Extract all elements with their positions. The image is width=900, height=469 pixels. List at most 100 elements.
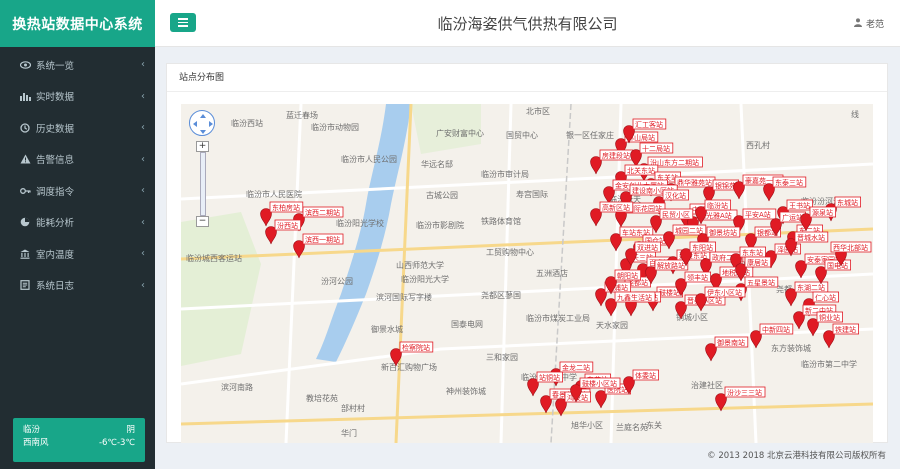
station-label: 铜业站: [819, 313, 840, 322]
map-zoom-control: + −: [189, 110, 219, 227]
map-place-label: 新百汇购物广场: [381, 362, 437, 372]
station-label: 东城站: [837, 198, 858, 207]
station-map[interactable]: 蓝迁春场 临汾西站 临汾市动物园 广安财富中心 国贸中心 银一区任家庄 北市区 临汾市人民公园…: [181, 104, 873, 443]
map-place-label: 国泰电网: [451, 319, 483, 329]
map-place-label: 御景水城: [371, 324, 403, 334]
map-place-label: 国贸中心: [506, 130, 538, 140]
map-place-label: 华门: [341, 428, 357, 438]
sidebar-item-label: 实时数据: [36, 92, 75, 104]
station-label: 高新区站: [602, 203, 630, 212]
sidebar-menu: 系统一览 ‹ 实时数据 ‹ 历史数据 ‹ 告警信息 ‹ 调度指令 ‹ 能耗分析 …: [0, 49, 155, 301]
station-label: 御景坊站: [709, 228, 737, 237]
station-label: 西华北部站: [833, 243, 868, 252]
station-label: 御景南站: [717, 338, 745, 347]
station-label: 鼓楼站: [659, 288, 680, 297]
weather-wind: 西南风: [23, 438, 49, 448]
station-label: 源泉站: [812, 208, 833, 217]
station-label: 铁建站: [835, 325, 856, 334]
station-label: 滨西一期站: [305, 235, 340, 244]
sidebar-item-label: 历史数据: [36, 123, 75, 135]
user-icon: [853, 17, 862, 30]
zoom-out-button[interactable]: −: [196, 216, 209, 227]
station-label: 鼓楼小区站: [582, 379, 617, 388]
station-label: 王书站: [789, 201, 810, 210]
map-place-label: 临汾市审计局: [481, 169, 529, 179]
sidebar-item-label: 系统日志: [36, 281, 75, 293]
station-label: 平安A站: [745, 210, 771, 219]
map-place-label: 临汾市影剧院: [416, 220, 464, 230]
top-header: 临汾海姿供气供热有限公司 老范: [155, 0, 900, 47]
sidebar-item-overview[interactable]: 系统一览 ‹: [0, 49, 155, 81]
sidebar-item-alarms[interactable]: 告警信息 ‹: [0, 144, 155, 176]
sidebar-item-energy[interactable]: 能耗分析 ‹: [0, 207, 155, 239]
map-background: [181, 104, 873, 443]
chevron-left-icon: ‹: [141, 279, 145, 291]
map-place-label: 古城公园: [426, 190, 458, 200]
station-label: 东阳站: [692, 243, 713, 252]
map-place-label: 西孔村: [746, 140, 770, 150]
station-label: 银锦苑: [715, 181, 736, 190]
footer-copyright: © 2013 2018 北京云港科技有限公司版权所有: [707, 451, 886, 461]
map-place-label: 治建社区: [691, 380, 723, 390]
sidebar: 换热站数据中心系统 系统一览 ‹ 实时数据 ‹ 历史数据 ‹ 告警信息 ‹ 调度…: [0, 0, 155, 469]
weather-temp: -6℃-3℃: [98, 438, 135, 448]
zoom-in-button[interactable]: +: [196, 141, 209, 152]
map-pan-control[interactable]: [189, 110, 215, 136]
station-label: 金龙二站: [562, 363, 590, 372]
weather-widget: 临汾 阴 西南风 -6℃-3℃: [13, 418, 145, 462]
map-place-label: 山西师范大学: [396, 260, 444, 270]
history-icon: [18, 123, 32, 133]
zoom-slider[interactable]: [200, 152, 206, 216]
map-place-label: 临汾阳光大学: [401, 274, 449, 284]
pan-arrows-icon: [193, 114, 213, 134]
panel-title: 站点分布图: [167, 64, 887, 92]
map-place-label: 蓝迁春场: [286, 110, 318, 120]
map-canvas[interactable]: 蓝迁春场临汾西站 临汾市动物园广安财富中心 国贸中心 银一区任家庄 北市区临汾市人民公园…: [181, 104, 873, 443]
station-label: 北关东站: [627, 166, 655, 175]
map-place-label: 银一区任家庄: [566, 130, 614, 140]
station-label: 朝阳站: [617, 271, 638, 280]
station-label: 民贸小区: [662, 210, 690, 219]
map-place-label: 五洲酒店: [536, 268, 568, 278]
station-label: 检察院站: [402, 343, 430, 352]
sidebar-item-logs[interactable]: 系统日志 ‹: [0, 270, 155, 302]
station-label: 国电站: [827, 261, 848, 270]
station-label: 康居站: [747, 258, 768, 267]
map-place-label: 临汾市人民医院: [246, 189, 302, 199]
sidebar-item-label: 告警信息: [36, 155, 75, 167]
map-place-label: 工贸购物中心: [486, 247, 534, 257]
station-label: 房建段站: [602, 151, 630, 160]
map-place-label: 兰庭名苑: [616, 422, 648, 432]
map-place-label: 滨河南路: [221, 382, 253, 392]
key-icon: [18, 187, 32, 195]
map-place-label: 铁路体育馆: [481, 216, 521, 226]
brand-title[interactable]: 换热站数据中心系统: [0, 0, 155, 47]
map-place-label: 华远名邸: [421, 159, 453, 169]
map-place-label: 临汾市人民公园: [341, 154, 397, 164]
map-place-label: 线: [851, 109, 859, 119]
station-label: 解放路站: [657, 261, 685, 270]
station-map-panel: 站点分布图 蓝迁春场 临汾西站 临汾市动物园 广安财富中心 国贸中心 银一区任家…: [166, 63, 888, 443]
user-menu[interactable]: 老范: [853, 17, 884, 30]
sidebar-item-indoor-temp[interactable]: 室内温度 ‹: [0, 238, 155, 270]
map-place-label: 神州装饰城: [446, 386, 486, 396]
station-label: 体委站: [635, 371, 656, 380]
station-label: 临汾站: [707, 201, 728, 210]
map-place-label: 部村村: [341, 403, 365, 413]
chevron-left-icon: ‹: [141, 90, 145, 102]
sidebar-item-history[interactable]: 历史数据 ‹: [0, 112, 155, 144]
sidebar-item-dispatch[interactable]: 调度指令 ‹: [0, 175, 155, 207]
weather-city: 临汾: [23, 425, 41, 435]
station-label: 中新四站: [762, 325, 790, 334]
station-label: 鼎华雅苑站: [677, 178, 712, 187]
sidebar-item-realtime[interactable]: 实时数据 ‹: [0, 81, 155, 113]
station-label: 九鑫生活站: [617, 293, 652, 302]
station-label: 汾沙三三站: [727, 388, 762, 397]
station-label: 东湖二站: [797, 283, 825, 292]
station-label: 双进站: [637, 243, 658, 252]
station-label: 站铜站: [539, 373, 560, 382]
map-place-label: 东关: [646, 420, 662, 430]
map-place-label: 天水家园: [596, 320, 628, 330]
user-name: 老范: [865, 20, 884, 30]
map-place-label: 教培花苑: [306, 393, 338, 403]
